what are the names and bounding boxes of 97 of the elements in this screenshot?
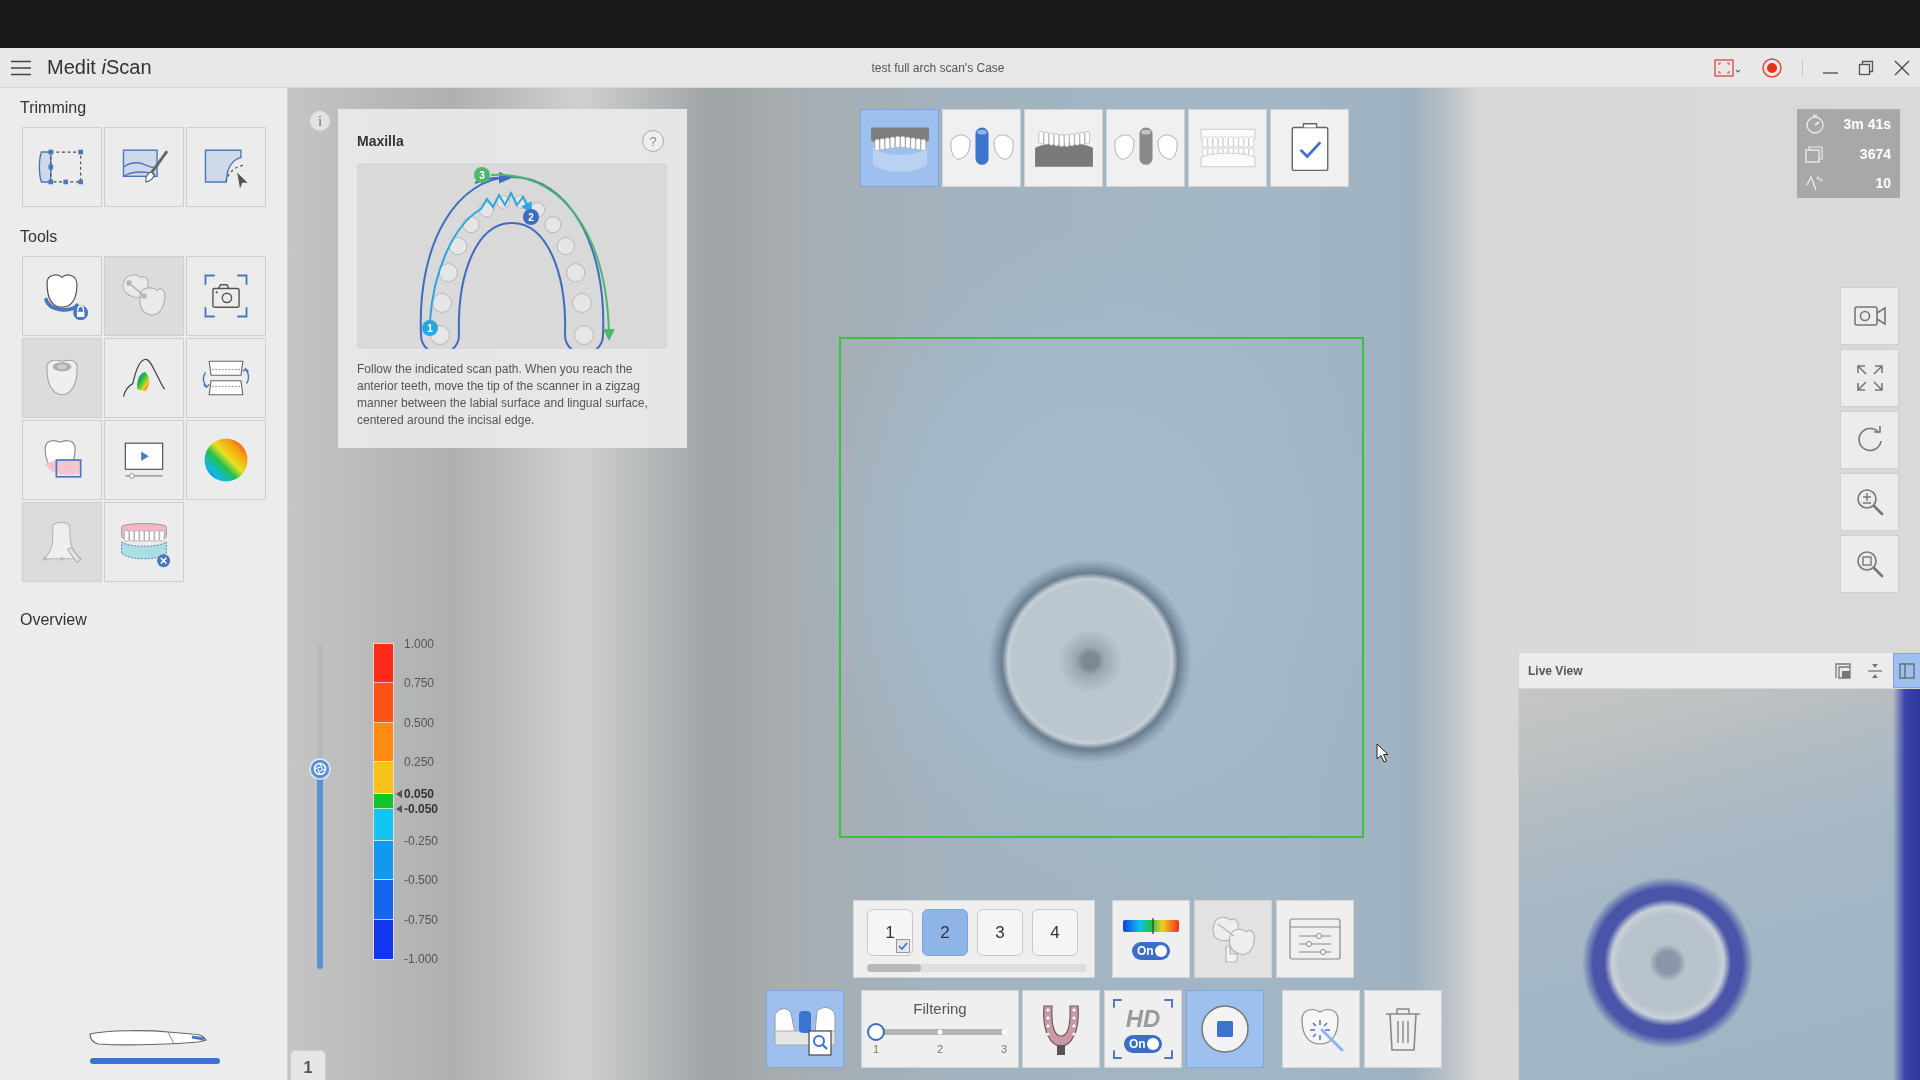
minimize-icon (1823, 71, 1838, 74)
step-marker: 1 (422, 320, 438, 336)
zoom-fit-button[interactable] (1840, 535, 1899, 593)
stat-value: 3m 41s (1843, 116, 1891, 132)
split-arrows-icon (1867, 662, 1883, 679)
dock-view-button[interactable] (1893, 653, 1920, 688)
scale-label: -1.000 (404, 951, 439, 967)
scan-stage-button[interactable] (1270, 109, 1349, 187)
zoom-button[interactable] (1840, 473, 1899, 531)
dock-panel-icon (1899, 662, 1915, 679)
stop-icon (1200, 1004, 1250, 1054)
close-icon (1894, 59, 1910, 76)
fit-view-button[interactable] (1840, 349, 1899, 407)
hd-label: HD (1125, 1005, 1161, 1032)
scan-stage-button[interactable] (1024, 109, 1103, 187)
zoom-fit-icon (1854, 549, 1885, 579)
slider-tick-label: 2 (935, 1043, 945, 1055)
arch-tray-icon (1041, 1002, 1081, 1056)
menu-icon (11, 59, 31, 76)
screen-layout-button[interactable] (1714, 58, 1742, 77)
menu-button[interactable] (11, 59, 31, 76)
slider-handle[interactable] (309, 758, 331, 780)
delete-icon (1385, 1006, 1421, 1052)
expand-arrows-icon (1854, 363, 1885, 393)
tool-button[interactable] (104, 338, 184, 418)
trim-tool-button[interactable] (22, 127, 102, 207)
tool-button[interactable] (186, 338, 266, 418)
stage-number-button[interactable]: 1 (867, 909, 913, 956)
scale-label: 0.050 (404, 785, 435, 802)
slider-tick-label: 1 (871, 1043, 881, 1055)
settings-sliders-icon (1289, 918, 1341, 960)
record-icon (1762, 57, 1782, 78)
hd-toggle[interactable]: On (1124, 1034, 1162, 1053)
picture-in-picture-icon (1835, 662, 1851, 679)
slider-tick-icon (1001, 1029, 1007, 1035)
tool-button[interactable] (104, 502, 184, 582)
zoom-icon (1854, 487, 1885, 517)
slider-thumb[interactable] (867, 1023, 885, 1041)
tool-button[interactable] (186, 420, 266, 500)
guide-title: Maxilla (357, 133, 404, 149)
close-button[interactable] (1894, 59, 1910, 76)
stage-number-button[interactable]: 4 (1032, 909, 1078, 956)
corner-brackets-icon (1113, 999, 1173, 1059)
tool-button[interactable] (22, 420, 102, 500)
stat-value: 3674 (1859, 145, 1891, 162)
stacked-frames-icon (1805, 143, 1825, 164)
scan-body-library-button[interactable] (766, 990, 844, 1068)
scale-label: -0.250 (404, 832, 439, 849)
page-tab[interactable]: 1 (290, 1050, 326, 1080)
stage-number-button[interactable]: 2 (922, 909, 968, 956)
info-button[interactable]: i (310, 111, 330, 131)
slider-tick-icon (937, 1029, 943, 1035)
section-title: Trimming (20, 98, 88, 118)
scrollbar[interactable] (867, 964, 1087, 972)
help-button[interactable]: ? (642, 130, 664, 152)
smart-select-button[interactable] (1282, 990, 1360, 1068)
stopwatch-icon (1805, 114, 1825, 134)
scan-stage-button[interactable] (860, 109, 939, 187)
filtering-label: Filtering (913, 1000, 967, 1018)
step-marker: 3 (474, 167, 490, 183)
scale-label: 0.250 (404, 754, 435, 771)
window-title: test full arch scan's Case (871, 60, 1005, 75)
tool-button[interactable] (186, 256, 266, 336)
step-marker: 2 (523, 209, 539, 225)
scale-label: -0.050 (404, 801, 439, 818)
restore-icon (1858, 59, 1874, 76)
mouse-cursor-icon (1376, 743, 1389, 763)
guide-description: Follow the indicated scan path. When you reach the anterior teeth, move the tip of the scanner in a zigzag manner between the labial surface and lingual surface, centered around the incisal edge. (357, 361, 649, 429)
slider-tick-label: 3 (999, 1043, 1009, 1055)
trim-tool-button[interactable] (104, 127, 184, 207)
section-title: Overview (20, 610, 88, 630)
scan-stage-button[interactable] (1106, 109, 1185, 187)
frame-dropdown-icon (1714, 58, 1742, 77)
scale-label: -0.500 (404, 872, 439, 889)
stop-scan-button[interactable] (1186, 990, 1264, 1068)
scan-settings-button[interactable] (1276, 900, 1354, 978)
capture-video-button[interactable] (1840, 287, 1899, 345)
scan-stage-button[interactable] (942, 109, 1021, 187)
section-title: Tools (20, 227, 59, 247)
color-scale-icon (1123, 918, 1179, 934)
scale-label: 1.000 (404, 636, 435, 652)
scale-label: -0.750 (404, 911, 439, 928)
restore-button[interactable] (1858, 59, 1874, 76)
delete-button[interactable] (1364, 990, 1442, 1068)
arch-button[interactable] (1022, 990, 1100, 1068)
app-name: Medit iScan (47, 56, 152, 79)
tool-button[interactable] (22, 256, 102, 336)
live-view-title: Live View (1528, 663, 1583, 678)
reset-view-button[interactable] (1840, 411, 1899, 469)
color-map-toggle[interactable]: On (1132, 942, 1170, 960)
record-button[interactable] (1762, 57, 1782, 78)
trim-tool-button[interactable] (186, 127, 266, 207)
scale-label: 0.750 (404, 675, 435, 692)
scale-label: 0.500 (404, 714, 435, 731)
tool-button[interactable] (104, 420, 184, 500)
stat-value: 10 (1875, 175, 1891, 191)
stage-number-button[interactable]: 3 (977, 909, 1023, 956)
